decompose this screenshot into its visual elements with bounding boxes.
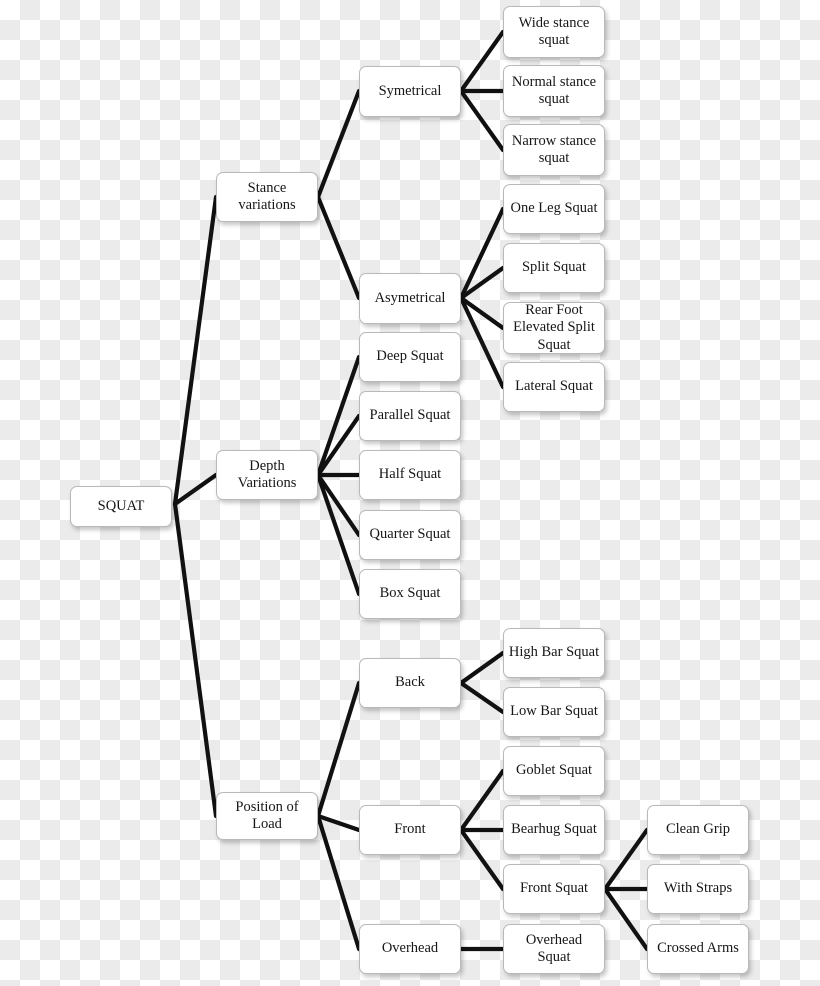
node-label: Bearhug Squat [511, 821, 597, 838]
node-label: Front [394, 821, 426, 838]
node-label: With Straps [663, 880, 733, 897]
node-depth-variations[interactable]: Depth Variations [216, 450, 318, 500]
node-label: Stance variations [238, 179, 296, 213]
node-rear-foot-elevated-split-squat[interactable]: Rear Foot Elevated Split Squat [503, 302, 605, 354]
node-lateral-squat[interactable]: Lateral Squat [503, 362, 605, 412]
node-label: Goblet Squat [515, 762, 593, 779]
node-clean-grip[interactable]: Clean Grip [647, 805, 749, 855]
node-deep-squat[interactable]: Deep Squat [359, 332, 461, 382]
edge-depth_variations-to-deep_squat [315, 354, 362, 478]
edge-root-to-depth_variations [172, 472, 219, 507]
node-label: Quarter Squat [369, 526, 451, 543]
node-low-bar-squat[interactable]: Low Bar Squat [503, 687, 605, 737]
edge-back-to-low_bar_squat [458, 680, 506, 715]
node-label: Box Squat [379, 585, 441, 602]
node-label: SQUAT [97, 497, 145, 514]
node-label: Clean Grip [665, 821, 731, 838]
edge-root-to-stance_variations [172, 194, 219, 507]
node-front-squat[interactable]: Front Squat [503, 864, 605, 914]
node-wide-stance-squat[interactable]: Wide stance squat [503, 6, 605, 58]
node-crossed-arms[interactable]: Crossed Arms [647, 924, 749, 974]
node-label: Lateral Squat [515, 378, 593, 395]
node-label: Narrow stance squat [511, 132, 597, 166]
edge-root-to-position_of_load [172, 501, 219, 819]
node-bearhug-squat[interactable]: Bearhug Squat [503, 805, 605, 855]
node-label: Normal stance squat [511, 73, 597, 107]
edge-depth_variations-to-box_squat [315, 472, 362, 597]
node-label: Back [395, 674, 425, 691]
node-box-squat[interactable]: Box Squat [359, 569, 461, 619]
node-label: Rear Foot Elevated Split Squat [513, 302, 595, 353]
node-split-squat[interactable]: Split Squat [503, 243, 605, 293]
edge-symetrical-to-narrow_stance_squat [458, 88, 506, 153]
node-label: Symetrical [378, 82, 442, 99]
node-overhead[interactable]: Overhead [359, 924, 461, 974]
node-with-straps[interactable]: With Straps [647, 864, 749, 914]
edge-asymetrical-to-one_leg_squat [458, 206, 506, 301]
node-label: Asymetrical [374, 289, 446, 306]
node-goblet-squat[interactable]: Goblet Squat [503, 746, 605, 796]
diagram-canvas: SQUAT Stance variations Depth Variations Po… [0, 0, 820, 986]
node-label: One Leg Squat [510, 200, 598, 217]
node-symetrical[interactable]: Symetrical [359, 66, 461, 117]
node-overhead-squat[interactable]: Overhead Squat [503, 924, 605, 974]
edge-front-to-goblet_squat [458, 768, 506, 833]
node-high-bar-squat[interactable]: High Bar Squat [503, 628, 605, 678]
node-label: Parallel Squat [369, 407, 451, 424]
edge-stance_variations-to-symetrical [315, 88, 362, 200]
node-label: Depth Variations [237, 457, 297, 491]
node-label: Split Squat [521, 259, 587, 276]
node-stance-variations[interactable]: Stance variations [216, 172, 318, 222]
edge-depth_variations-to-parallel_squat [315, 413, 362, 478]
node-label: Overhead [381, 940, 439, 957]
node-label: High Bar Squat [508, 644, 600, 661]
edge-asymetrical-to-split_squat [458, 265, 506, 301]
edge-asymetrical-to-lateral_squat [458, 295, 506, 390]
node-quarter-squat[interactable]: Quarter Squat [359, 510, 461, 560]
node-root[interactable]: SQUAT [70, 486, 172, 527]
edge-asymetrical-to-rear_foot_elevated_split_squat [458, 295, 506, 331]
node-label: Deep Squat [376, 348, 444, 365]
node-front[interactable]: Front [359, 805, 461, 855]
node-back[interactable]: Back [359, 658, 461, 708]
edge-depth_variations-to-quarter_squat [315, 472, 362, 538]
edge-stance_variations-to-asymetrical [315, 194, 362, 301]
node-half-squat[interactable]: Half Squat [359, 450, 461, 500]
node-label: Overhead Squat [525, 931, 583, 965]
edge-position_of_load-to-overhead [315, 813, 362, 952]
node-normal-stance-squat[interactable]: Normal stance squat [503, 65, 605, 117]
node-label: Crossed Arms [657, 940, 739, 957]
edge-position_of_load-to-back [315, 680, 362, 819]
edge-position_of_load-to-front [315, 813, 362, 833]
node-one-leg-squat[interactable]: One Leg Squat [503, 184, 605, 234]
edge-front-to-front_squat [458, 827, 506, 892]
node-label: Position of Load [235, 798, 299, 832]
edge-back-to-high_bar_squat [458, 650, 506, 686]
edge-front_squat-to-crossed_arms [602, 886, 650, 952]
node-position-of-load[interactable]: Position of Load [216, 792, 318, 840]
edge-symetrical-to-wide_stance_squat [458, 29, 506, 94]
node-asymetrical[interactable]: Asymetrical [359, 273, 461, 324]
node-label: Wide stance squat [518, 14, 590, 48]
node-label: Front Squat [519, 880, 589, 897]
node-narrow-stance-squat[interactable]: Narrow stance squat [503, 124, 605, 176]
node-parallel-squat[interactable]: Parallel Squat [359, 391, 461, 441]
edge-front_squat-to-clean_grip [602, 827, 650, 892]
node-label: Half Squat [378, 466, 442, 483]
node-label: Low Bar Squat [510, 703, 598, 720]
